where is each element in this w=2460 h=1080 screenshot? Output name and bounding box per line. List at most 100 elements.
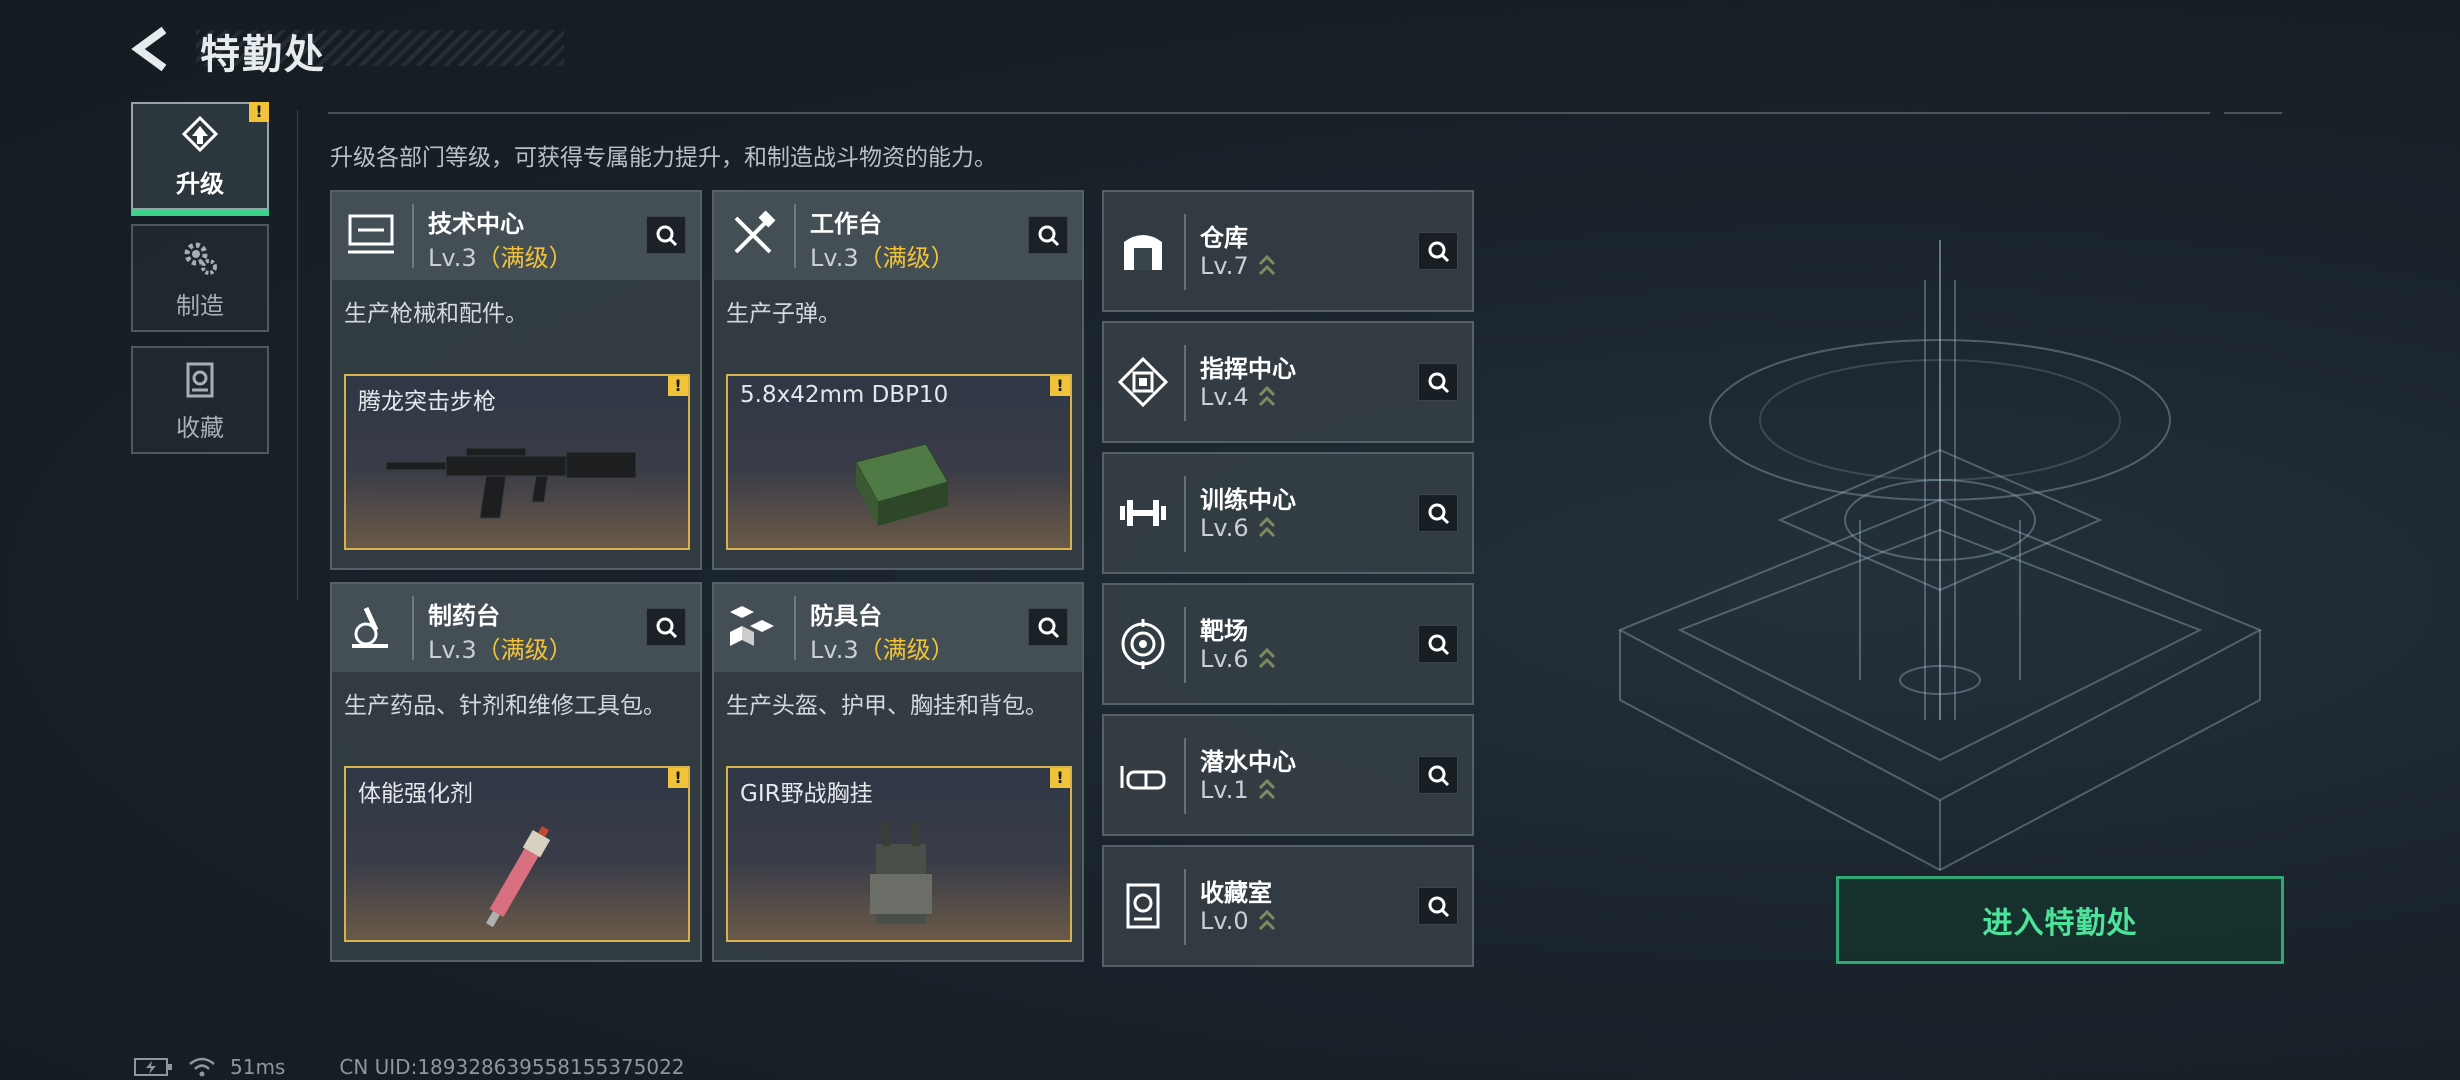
search-button[interactable] — [1418, 232, 1458, 270]
facility-name: 工作台 — [810, 210, 882, 238]
divider — [328, 112, 2210, 114]
syringe-image — [486, 826, 551, 928]
tab-upgrade[interactable]: 升级 ! — [131, 102, 269, 216]
active-tab-indicator — [131, 210, 269, 216]
facility-level: Lv.0 — [1200, 907, 1277, 935]
facility-description: 生产头盔、护甲、胸挂和背包。 — [726, 693, 1048, 719]
divider — [297, 110, 298, 600]
production-slot[interactable]: 5.8x42mm DBP10 ! — [726, 374, 1072, 550]
facility-card-workbench[interactable]: 工作台 Lv.3（满级） 生产子弹。 5.8x42mm DBP10 ! — [712, 190, 1084, 570]
chip-icon — [1117, 356, 1169, 408]
divider — [1184, 607, 1186, 683]
level-value: Lv.3 — [810, 244, 859, 272]
search-icon — [1428, 241, 1450, 263]
divider — [412, 204, 414, 268]
tab-collection[interactable]: 收藏 — [131, 346, 269, 454]
divider — [1184, 738, 1186, 814]
upgrade-chevron-icon — [1258, 778, 1275, 800]
level-value: Lv.6 — [1200, 645, 1249, 673]
facility-level: Lv.6 — [1200, 514, 1277, 542]
upgrade-chevron-icon — [1258, 385, 1275, 407]
collection-icon — [186, 362, 214, 397]
search-button[interactable] — [1418, 625, 1458, 663]
battery-charging-icon — [134, 1058, 172, 1076]
upgrade-icon — [181, 115, 219, 152]
search-button[interactable] — [1028, 608, 1068, 646]
level-value: Lv.3 — [810, 636, 859, 664]
max-level-tag: （满级） — [476, 244, 573, 272]
production-slot[interactable]: 体能强化剂 ! — [344, 766, 690, 942]
product-name: 5.8x42mm DBP10 — [740, 382, 949, 408]
warning-badge: ! — [668, 768, 688, 788]
vault-icon — [1126, 883, 1160, 929]
level-value: Lv.6 — [1200, 514, 1249, 542]
computer-icon — [348, 214, 394, 254]
base-hologram-illustration — [1617, 240, 2263, 872]
warning-badge: ! — [1050, 376, 1070, 396]
tab-label: 制造 — [176, 291, 224, 320]
search-icon — [1428, 896, 1450, 918]
search-icon — [656, 617, 678, 639]
level-value: Lv.0 — [1200, 907, 1249, 935]
back-arrow-icon[interactable] — [128, 24, 178, 74]
facility-level: Lv.3（满级） — [810, 630, 955, 665]
facility-item-command-center[interactable]: 指挥中心 Lv.4 — [1102, 321, 1474, 443]
search-button[interactable] — [646, 608, 686, 646]
level-value: Lv.4 — [1200, 383, 1249, 411]
facility-item-shooting-range[interactable]: 靶场 Lv.6 — [1102, 583, 1474, 705]
level-value: Lv.7 — [1200, 252, 1249, 280]
facility-level: Lv.3（满级） — [428, 630, 573, 665]
enter-special-ops-button[interactable]: 进入特勤处 — [1836, 876, 2284, 964]
facility-item-collection-room[interactable]: 收藏室 Lv.0 — [1102, 845, 1474, 967]
facility-description: 生产药品、针剂和维修工具包。 — [344, 693, 666, 719]
divider — [794, 204, 796, 268]
microscope-icon — [352, 606, 388, 648]
warning-badge: ! — [249, 102, 269, 122]
goggles-icon — [1120, 766, 1166, 790]
upgrade-chevron-icon — [1258, 254, 1275, 276]
tab-craft[interactable]: 制造 — [131, 224, 269, 332]
wifi-icon — [189, 1057, 215, 1077]
search-button[interactable] — [1418, 756, 1458, 794]
production-slot[interactable]: GIR野战胸挂 ! — [726, 766, 1072, 942]
warning-badge: ! — [668, 376, 688, 396]
facility-name: 仓库 — [1200, 224, 1248, 252]
boxes-icon — [730, 606, 774, 646]
facility-card-tech-center[interactable]: 技术中心 Lv.3（满级） 生产枪械和配件。 腾龙突击步枪 ! — [330, 190, 702, 570]
facility-level: Lv.6 — [1200, 645, 1277, 673]
facility-name: 潜水中心 — [1200, 748, 1296, 776]
status-bar: 51ms CN UID:1893286395581553750​22 — [134, 1054, 685, 1080]
search-button[interactable] — [1418, 494, 1458, 532]
ping-readout: 51ms — [230, 1055, 286, 1079]
divider — [1184, 869, 1186, 945]
facility-item-warehouse[interactable]: 仓库 Lv.7 — [1102, 190, 1474, 312]
divider — [794, 596, 796, 660]
ammo-box-image — [855, 443, 949, 526]
tab-label: 升级 — [176, 169, 224, 198]
target-icon — [1121, 619, 1165, 669]
chest-rig-image — [870, 822, 932, 924]
search-button[interactable] — [1418, 887, 1458, 925]
user-uid: CN UID:1893286395581553750​22 — [339, 1055, 685, 1079]
facility-level: Lv.3（满级） — [810, 238, 955, 273]
search-icon — [656, 225, 678, 247]
facility-name: 训练中心 — [1200, 486, 1296, 514]
search-button[interactable] — [646, 216, 686, 254]
facility-item-diving-center[interactable]: 潜水中心 Lv.1 — [1102, 714, 1474, 836]
divider — [2224, 112, 2282, 114]
facility-item-training-center[interactable]: 训练中心 Lv.6 — [1102, 452, 1474, 574]
dumbbell-icon — [1120, 500, 1166, 526]
search-icon — [1428, 765, 1450, 787]
facility-card-armor-bench[interactable]: 防具台 Lv.3（满级） 生产头盔、护甲、胸挂和背包。 GIR野战胸挂 ! — [712, 582, 1084, 962]
search-icon — [1038, 617, 1060, 639]
level-value: Lv.3 — [428, 636, 477, 664]
production-slot[interactable]: 腾龙突击步枪 ! — [344, 374, 690, 550]
warehouse-icon — [1124, 235, 1162, 270]
search-button[interactable] — [1418, 363, 1458, 401]
product-name: GIR野战胸挂 — [740, 781, 873, 807]
facility-level: Lv.4 — [1200, 383, 1277, 411]
facility-card-pharmacy[interactable]: 制药台 Lv.3（满级） 生产药品、针剂和维修工具包。 体能强化剂 ! — [330, 582, 702, 962]
facility-name: 技术中心 — [428, 210, 524, 238]
search-icon — [1428, 634, 1450, 656]
search-button[interactable] — [1028, 216, 1068, 254]
